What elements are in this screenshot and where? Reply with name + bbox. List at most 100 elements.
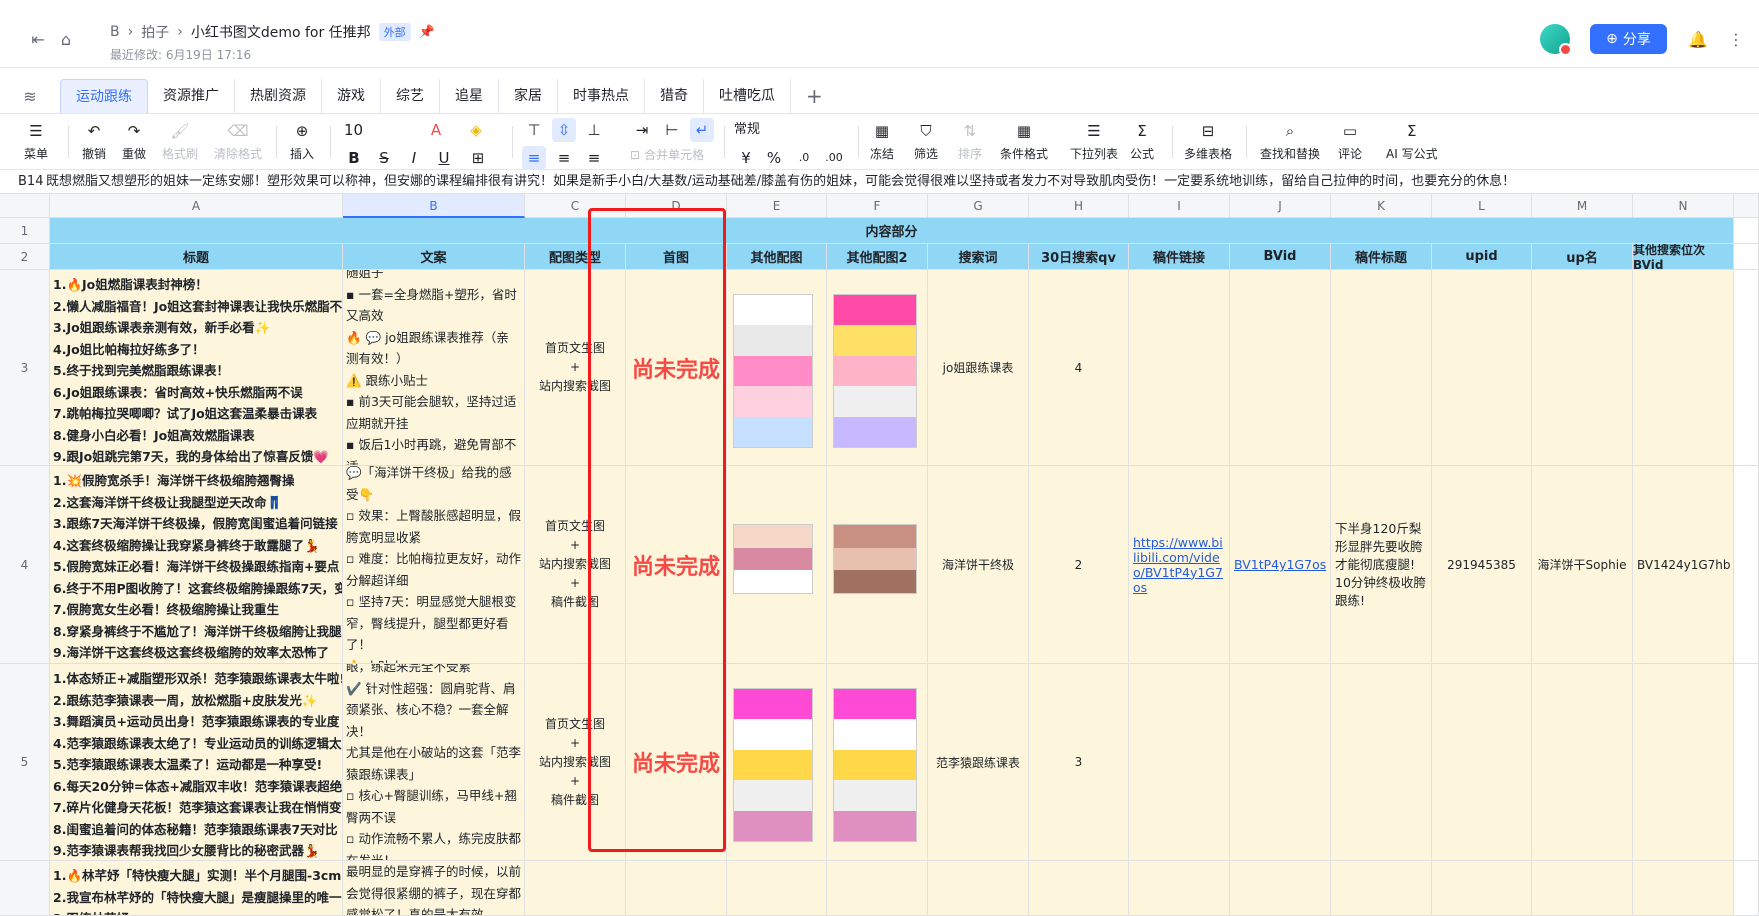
select-all-corner[interactable] [0,194,50,218]
header-cell[interactable]: 标题 [50,244,343,270]
table-cell[interactable]: 尚未完成 [626,466,727,664]
row-header[interactable]: 1 [0,218,50,244]
column-header[interactable]: B [343,194,525,218]
table-cell[interactable]: 海洋饼干Sophie [1532,466,1633,664]
home-icon[interactable]: ⌂ [56,30,76,50]
increase-decimal-icon[interactable]: .00 [822,146,846,170]
table-cell[interactable]: 首页文生图 + 站内搜索截图 [525,270,626,466]
column-header[interactable]: C [525,194,626,218]
other-image-thumbnail[interactable] [733,524,813,594]
table-cell[interactable] [1633,664,1734,861]
formula-value[interactable]: 既想燃脂又想塑形的姐妹一定练安娜！塑形效果可以称神，但安娜的课程编排很有讲究！如… [46,170,1515,193]
underline-icon[interactable]: U [432,146,456,170]
header-cell[interactable]: 配图类型 [525,244,626,270]
tab-game[interactable]: 游戏 [322,79,381,113]
menu-button[interactable]: ☰ 菜单 [24,121,48,162]
table-cell[interactable]: 291945385 [1432,466,1532,664]
table-cell[interactable] [727,270,827,466]
header-cell[interactable]: 文案 [343,244,525,270]
clear-format-button[interactable]: ⌫ 清除格式 [214,121,262,162]
table-cell[interactable] [827,270,928,466]
table-cell[interactable]: 尚未完成 [626,664,727,861]
comment-button[interactable]: ▭ 评论 [1338,121,1362,162]
table-cell[interactable]: BV1tP4y1G7os [1230,466,1331,664]
tab-home[interactable]: 家居 [499,79,558,113]
font-size-select[interactable]: 10 [344,118,384,142]
other-image-2-thumbnail[interactable] [833,294,917,448]
tab-idol[interactable]: 追星 [440,79,499,113]
header-cell[interactable]: 搜索词 [928,244,1029,270]
table-cell[interactable]: 1.💥假胯宽杀手！海洋饼干终极缩胯翘臀操 2.这套海洋饼干终极让我腿型逆天改命👖 3… [50,466,343,664]
font-color-icon[interactable]: A [424,118,448,142]
table-cell[interactable] [1633,270,1734,466]
collapse-sidebar-icon[interactable]: ⇤ [28,30,48,50]
multi-table-button[interactable]: ⊟ 多维表格 [1184,121,1232,162]
column-header[interactable]: D [626,194,727,218]
header-cell[interactable]: 稿件链接 [1129,244,1230,270]
table-cell[interactable]: 海洋饼干终极 [928,466,1029,664]
table-cell[interactable] [1129,861,1230,916]
cell-reference[interactable]: B14 [0,170,46,193]
wrap-overflow-icon[interactable]: ⇥ [630,118,654,142]
header-cell[interactable]: 其他搜索位次BVid [1633,244,1734,270]
table-cell[interactable] [1029,861,1129,916]
row-header[interactable]: 3 [0,270,50,466]
table-cell[interactable] [1734,664,1759,861]
formula-bar[interactable]: B14 既想燃脂又想塑形的姐妹一定练安娜！塑形效果可以称神，但安娜的课程编排很有讲… [0,170,1759,194]
header-cell[interactable]: 30日搜索qv [1029,244,1129,270]
column-header[interactable]: N [1633,194,1734,218]
table-cell[interactable]: 范李猿跟练课表 [928,664,1029,861]
align-middle-icon[interactable]: ⇳ [552,118,576,142]
column-header[interactable]: J [1230,194,1331,218]
share-button[interactable]: ⊕ 分享 [1590,24,1667,54]
table-cell[interactable] [827,664,928,861]
align-top-icon[interactable]: ⊤ [522,118,546,142]
tab-promo[interactable]: 资源推广 [148,79,235,113]
row-header[interactable] [0,861,50,916]
table-cell[interactable] [1734,466,1759,664]
table-cell[interactable]: 首页文生图 + 站内搜索截图 + 稿件截图 [525,466,626,664]
column-header[interactable]: G [928,194,1029,218]
table-cell[interactable]: 4 [1029,270,1129,466]
table-cell[interactable] [626,861,727,916]
dropdown-list-button[interactable]: ☰ 下拉列表 [1070,121,1118,162]
table-cell[interactable]: 首页文生图 + 站内搜索截图 + 稿件截图 [525,664,626,861]
doc-title[interactable]: 小红书图文demo for 任推邦 [191,22,371,42]
formula-button[interactable]: Σ 公式 [1130,121,1154,162]
table-cell[interactable]: 1.体态矫正+减脂塑形双杀！范李猿跟练课表太牛啦! 2.跟练范李猿课表一周，放松燃… [50,664,343,861]
filter-button[interactable]: ⛉ 筛选 [914,121,938,162]
table-cell[interactable] [1633,861,1734,916]
crumb-folder[interactable]: 拍子 [141,22,169,42]
table-cell[interactable] [727,861,827,916]
table-cell[interactable] [1432,664,1532,861]
table-cell[interactable] [1230,861,1331,916]
header-cell[interactable]: up名 [1532,244,1633,270]
fill-color-icon[interactable]: ◈ [464,118,488,142]
undo-button[interactable]: ↶ 撤销 [82,121,106,162]
tab-gossip[interactable]: 吐槽吃瓜 [704,79,791,113]
table-cell[interactable] [727,664,827,861]
italic-icon[interactable]: I [402,146,426,170]
header-cell[interactable]: 首图 [626,244,727,270]
row-header[interactable]: 2 [0,244,50,270]
align-bottom-icon[interactable]: ⊥ [582,118,606,142]
bell-icon[interactable]: 🔔 [1688,30,1708,50]
table-cell[interactable]: 2 [1029,466,1129,664]
table-cell[interactable]: 3 [1029,664,1129,861]
strikethrough-icon[interactable]: S [372,146,396,170]
bold-icon[interactable]: B [342,146,366,170]
add-sheet-button[interactable]: + [791,79,838,113]
table-cell[interactable] [1734,861,1759,916]
tab-curious[interactable]: 猎奇 [645,79,704,113]
header-cell[interactable]: upid [1432,244,1532,270]
wrap-clip-icon[interactable]: ⊢ [660,118,684,142]
table-cell[interactable]: 1.🔥Jo姐燃脂课表封神榜！ 2.懒人减脂福音！Jo姐这套封神课表让我快乐燃脂不 3… [50,270,343,466]
table-cell[interactable]: 最明显的是穿裤子的时候，以前会觉得很紧绷的裤子，现在穿都感觉松了！真的是太有效 [343,861,525,916]
table-cell[interactable] [1532,861,1633,916]
redo-button[interactable]: ↷ 重做 [122,121,146,162]
conditional-format-button[interactable]: ▦ 条件格式 [1000,121,1048,162]
header-cell[interactable]: BVid [1230,244,1331,270]
table-cell[interactable]: https://www.bilibili.com/video/BV1tP4y1G… [1129,466,1230,664]
insert-button[interactable]: ⊕ 插入 [290,121,314,162]
tab-variety[interactable]: 综艺 [381,79,440,113]
